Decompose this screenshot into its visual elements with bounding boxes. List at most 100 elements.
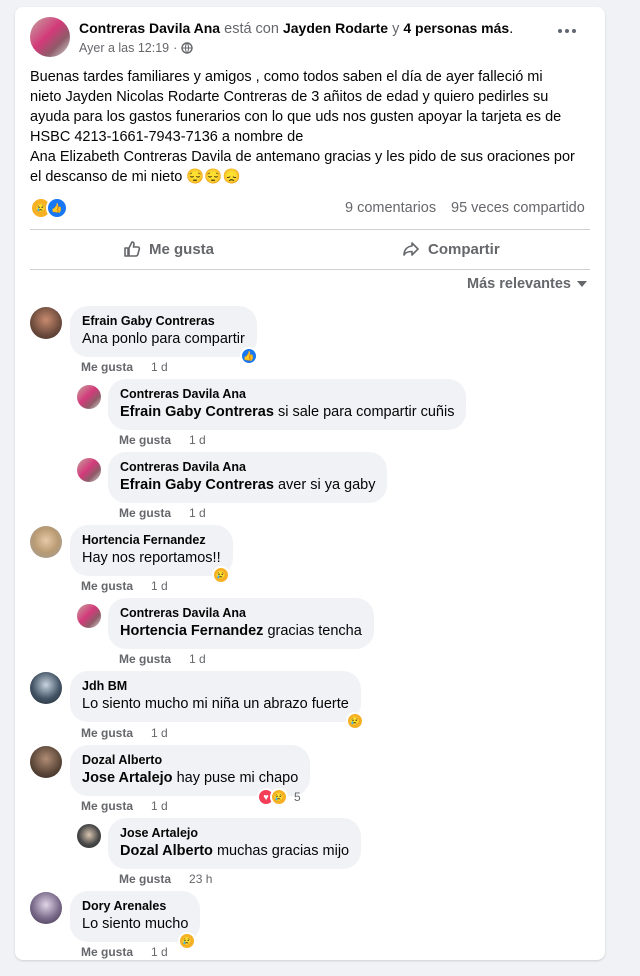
comment-sad-reaction-icon[interactable]: 😢 (212, 566, 230, 584)
like-reaction-icon: 👍 (46, 197, 68, 219)
comment-time[interactable]: 1 d (151, 945, 168, 959)
comment-bubble: Hortencia Fernandez Hay nos reportamos!! (70, 525, 233, 576)
commenter-avatar[interactable] (30, 526, 62, 558)
divider-top (30, 229, 590, 230)
reply-like-link[interactable]: Me gusta (119, 506, 171, 520)
reply-like-link[interactable]: Me gusta (119, 433, 171, 447)
comment-author[interactable]: Jdh BM (82, 678, 349, 694)
reply-actions: Me gusta 1 d (119, 433, 206, 447)
caret-down-icon (576, 281, 587, 287)
meta-dot: · (173, 41, 178, 55)
reply-like-link[interactable]: Me gusta (119, 872, 171, 886)
comment-like-link[interactable]: Me gusta (81, 945, 133, 959)
and-text: y (392, 21, 400, 37)
reply-tag[interactable]: Efrain Gaby Contreras (120, 404, 274, 420)
reaction-summary[interactable]: 😢 👍 (30, 197, 70, 219)
comment-tag[interactable]: Jose Artalejo (82, 770, 173, 786)
comment-author[interactable]: Efrain Gaby Contreras (82, 313, 245, 329)
post-line: HSBC 4213-1661-7943-7136 a nombre de (30, 129, 304, 145)
reply-text: Efrain Gaby Contreras aver si ya gaby (120, 475, 375, 495)
comment-time[interactable]: 1 d (151, 799, 168, 813)
comment-author[interactable]: Dozal Alberto (82, 752, 298, 768)
sad-reaction-icon: 😢 (270, 788, 288, 806)
more-icon[interactable] (558, 29, 576, 33)
comment-text: Lo siento mucho mi niña un abrazo fuerte (82, 696, 349, 712)
tagged-name[interactable]: Jayden Rodarte (283, 20, 388, 36)
reply-tag[interactable]: Hortencia Fernandez (120, 623, 263, 639)
reply-time[interactable]: 23 h (189, 872, 212, 886)
post-line: nieto Jayden Nicolas Rodarte Contreras d… (30, 89, 549, 105)
comment-bubble: Efrain Gaby Contreras Ana ponlo para com… (70, 306, 257, 357)
reply-avatar[interactable] (77, 458, 101, 482)
reply-tag[interactable]: Dozal Alberto (120, 843, 213, 859)
reply-avatar[interactable] (77, 385, 101, 409)
share-arrow-icon (403, 242, 419, 256)
shares-count[interactable]: 95 veces compartido (451, 200, 585, 216)
comment-text: Ana ponlo para compartir (82, 331, 245, 347)
reply-time[interactable]: 1 d (189, 433, 206, 447)
reaction-count: 5 (294, 790, 301, 804)
header-period: . (509, 21, 514, 37)
comment-time[interactable]: 1 d (151, 360, 168, 374)
share-button[interactable]: Compartir (402, 240, 500, 258)
comments-count[interactable]: 9 comentarios (345, 200, 436, 216)
reply-body: gracias tencha (267, 623, 362, 639)
comment-author[interactable]: Dory Arenales (82, 898, 188, 914)
sort-dropdown[interactable]: Más relevantes (467, 276, 587, 292)
divider-bottom (30, 269, 590, 270)
reply-author[interactable]: Contreras Davila Ana (120, 386, 454, 402)
reply-author[interactable]: Contreras Davila Ana (120, 605, 362, 621)
share-label: Compartir (428, 240, 500, 258)
reply-time[interactable]: 1 d (189, 506, 206, 520)
reply-actions: Me gusta 23 h (119, 872, 212, 886)
post-time[interactable]: Ayer a las 12:19 (79, 41, 169, 55)
reply-bubble: Contreras Davila Ana Efrain Gaby Contrer… (108, 452, 388, 503)
reply-bubble: Jose Artalejo Dozal Alberto muchas graci… (108, 818, 362, 869)
comment-time[interactable]: 1 d (151, 579, 168, 593)
comment-like-link[interactable]: Me gusta (81, 360, 133, 374)
comment-like-link[interactable]: Me gusta (81, 799, 133, 813)
thumbs-up-icon (124, 241, 141, 257)
reply-like-link[interactable]: Me gusta (119, 652, 171, 666)
with-text: está con (224, 21, 279, 37)
comment-reactions[interactable]: ♥ 😢 5 (257, 788, 313, 806)
comment-sad-reaction-icon[interactable]: 😢 (346, 712, 364, 730)
globe-icon (181, 42, 193, 54)
comment-like-link[interactable]: Me gusta (81, 726, 133, 740)
commenter-avatar[interactable] (30, 892, 62, 924)
comment-bubble: Jdh BM Lo siento mucho mi niña un abrazo… (70, 671, 361, 722)
comment-like-reaction-icon[interactable]: 👍 (240, 347, 258, 365)
comment-sad-reaction-icon[interactable]: 😢 (178, 932, 196, 950)
reply-author[interactable]: Contreras Davila Ana (120, 459, 375, 475)
reply-author[interactable]: Jose Artalejo (120, 825, 349, 841)
commenter-avatar[interactable] (30, 746, 62, 778)
post-line: ayuda para los gastos funerarios con lo … (30, 109, 562, 125)
comment-actions: Me gusta 1 d (81, 799, 168, 813)
comment-actions: Me gusta 1 d (81, 726, 168, 740)
reply-body: si sale para compartir cuñis (277, 404, 455, 420)
reply-actions: Me gusta 1 d (119, 506, 206, 520)
others-link[interactable]: 4 personas más (403, 20, 509, 36)
comment-like-link[interactable]: Me gusta (81, 579, 133, 593)
reply-bubble: Contreras Davila Ana Efrain Gaby Contrer… (108, 379, 467, 430)
comment-time[interactable]: 1 d (151, 726, 168, 740)
reply-actions: Me gusta 1 d (119, 652, 206, 666)
like-label: Me gusta (149, 240, 215, 258)
author-avatar[interactable] (30, 17, 70, 57)
reply-time[interactable]: 1 d (189, 652, 206, 666)
reply-text: Hortencia Fernandez gracias tencha (120, 621, 362, 641)
reply-avatar[interactable] (77, 604, 101, 628)
reply-avatar[interactable] (77, 824, 101, 848)
reply-text: Dozal Alberto muchas gracias mijo (120, 841, 349, 861)
like-button[interactable]: Me gusta (123, 240, 214, 258)
comment-text: Lo siento mucho (82, 916, 189, 932)
comment-author[interactable]: Hortencia Fernandez (82, 532, 221, 548)
reply-tag[interactable]: Efrain Gaby Contreras (120, 477, 274, 493)
reply-body: muchas gracias mijo (216, 843, 350, 859)
commenter-avatar[interactable] (30, 672, 62, 704)
post-line: el descanso de mi nieto 😔😔😞 (30, 169, 241, 185)
sort-label: Más relevantes (467, 276, 571, 292)
author-name[interactable]: Contreras Davila Ana (79, 20, 220, 36)
commenter-avatar[interactable] (30, 307, 62, 339)
comment-text: Hay nos reportamos!! (82, 550, 221, 566)
